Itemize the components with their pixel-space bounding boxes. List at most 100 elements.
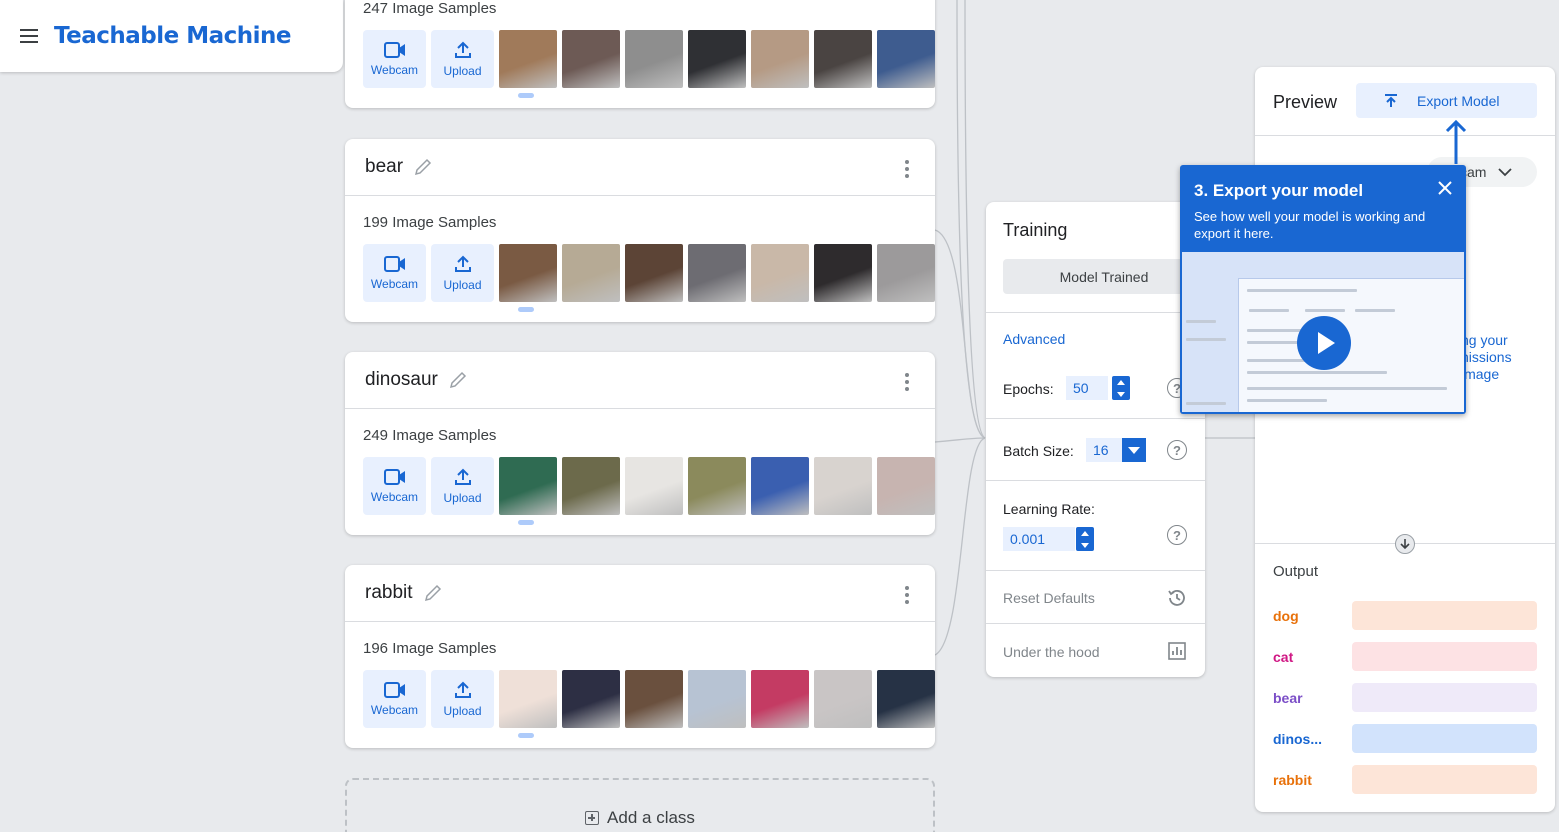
- output-label: dinos...: [1273, 730, 1322, 747]
- history-icon[interactable]: [1166, 587, 1188, 609]
- sample-thumbnail[interactable]: [499, 457, 557, 515]
- add-class-button[interactable]: Add a class: [345, 778, 935, 832]
- sample-thumbnail[interactable]: [625, 670, 683, 728]
- upload-button[interactable]: Upload: [431, 457, 494, 515]
- upload-label: Upload: [443, 490, 482, 505]
- upload-button[interactable]: Upload: [431, 244, 494, 302]
- class-card-dinosaur: dinosaur 249 Image Samples Webcam Upload: [345, 352, 935, 535]
- upload-label: Upload: [443, 703, 482, 718]
- add-class-label: Add a class: [607, 808, 695, 827]
- sample-thumbnail[interactable]: [751, 457, 809, 515]
- epochs-input[interactable]: 50: [1066, 376, 1108, 400]
- sample-thumbnail[interactable]: [562, 244, 620, 302]
- sample-thumbnail[interactable]: [499, 670, 557, 728]
- sample-thumbnail[interactable]: [562, 457, 620, 515]
- webcam-button[interactable]: Webcam: [363, 457, 426, 515]
- tutorial-title: 3. Export your model: [1194, 181, 1364, 200]
- output-row: bear: [1273, 683, 1537, 712]
- tutorial-video[interactable]: [1182, 252, 1464, 412]
- class-card-rabbit: rabbit 196 Image Samples Webcam Upload: [345, 565, 935, 748]
- more-options-icon[interactable]: [905, 373, 909, 391]
- learning-rate-stepper[interactable]: [1076, 527, 1094, 551]
- preview-title: Preview: [1273, 92, 1338, 112]
- more-options-icon[interactable]: [905, 586, 909, 604]
- close-icon[interactable]: [1436, 179, 1454, 197]
- menu-icon[interactable]: [20, 29, 40, 43]
- sample-thumbnail[interactable]: [877, 30, 935, 88]
- webcam-icon: [383, 41, 405, 58]
- sample-thumbnail[interactable]: [499, 244, 557, 302]
- edit-pencil-icon[interactable]: [448, 370, 468, 390]
- under-the-hood-button[interactable]: Under the hood: [1003, 644, 1100, 660]
- help-icon[interactable]: ?: [1167, 440, 1187, 460]
- reset-defaults-button[interactable]: Reset Defaults: [1003, 590, 1095, 606]
- edit-pencil-icon[interactable]: [423, 583, 443, 603]
- training-panel: Training Model Trained Advanced Epochs: …: [986, 202, 1205, 677]
- play-icon[interactable]: [1297, 316, 1351, 370]
- upload-button[interactable]: Upload: [431, 30, 494, 88]
- webcam-button[interactable]: Webcam: [363, 30, 426, 88]
- sample-thumbnail[interactable]: [877, 457, 935, 515]
- upload-icon: [454, 681, 471, 698]
- sample-thumbnail[interactable]: [751, 670, 809, 728]
- batch-size-select[interactable]: 16: [1086, 438, 1122, 462]
- sample-thumbnail[interactable]: [751, 244, 809, 302]
- preview-hint-text[interactable]: ng your nissions image: [1461, 332, 1512, 383]
- output-label: cat: [1273, 648, 1294, 665]
- sample-thumbnail[interactable]: [877, 670, 935, 728]
- help-icon[interactable]: ?: [1167, 525, 1187, 545]
- epochs-stepper[interactable]: [1112, 376, 1130, 400]
- sample-thumbnail[interactable]: [688, 670, 746, 728]
- webcam-icon: [383, 255, 405, 272]
- edit-pencil-icon[interactable]: [413, 157, 433, 177]
- advanced-toggle[interactable]: Advanced: [1003, 331, 1065, 347]
- upload-button[interactable]: Upload: [431, 670, 494, 728]
- app-title: Teachable Machine: [54, 23, 292, 49]
- export-model-button[interactable]: Export Model: [1356, 83, 1537, 118]
- class-card-1: 247 Image Samples Webcam Upload: [345, 0, 935, 108]
- sample-thumbnail[interactable]: [688, 244, 746, 302]
- arrow-up-icon: [1445, 119, 1467, 164]
- class-name[interactable]: rabbit: [365, 582, 413, 604]
- sample-thumbnail[interactable]: [625, 244, 683, 302]
- bar-chart-icon[interactable]: [1167, 641, 1187, 661]
- add-box-icon: [585, 811, 600, 825]
- upload-label: Upload: [443, 63, 482, 78]
- sample-scrollbar[interactable]: [518, 733, 534, 738]
- confidence-bar: [1352, 683, 1537, 712]
- sample-thumbnail[interactable]: [625, 30, 683, 88]
- class-name[interactable]: dinosaur: [365, 369, 438, 391]
- webcam-button[interactable]: Webcam: [363, 244, 426, 302]
- sample-thumbnail[interactable]: [814, 457, 872, 515]
- sample-thumbnail[interactable]: [562, 30, 620, 88]
- arrow-down-icon[interactable]: [1395, 534, 1415, 554]
- sample-thumbnail[interactable]: [877, 244, 935, 302]
- sample-scrollbar[interactable]: [518, 520, 534, 525]
- model-trained-button[interactable]: Model Trained: [1003, 259, 1205, 294]
- upload-label: Upload: [443, 277, 482, 292]
- class-name[interactable]: bear: [365, 156, 403, 178]
- sample-scrollbar[interactable]: [518, 93, 534, 98]
- sample-thumbnail[interactable]: [688, 457, 746, 515]
- more-options-icon[interactable]: [905, 160, 909, 178]
- epochs-label: Epochs:: [1003, 381, 1054, 397]
- sample-thumbnail[interactable]: [499, 30, 557, 88]
- sample-thumbnail[interactable]: [751, 30, 809, 88]
- sample-thumbnail[interactable]: [562, 670, 620, 728]
- sample-scrollbar[interactable]: [518, 307, 534, 312]
- output-row: rabbit: [1273, 765, 1537, 794]
- sample-thumbnail[interactable]: [814, 244, 872, 302]
- chevron-down-icon[interactable]: [1122, 438, 1146, 462]
- confidence-bar: [1352, 724, 1537, 753]
- sample-thumbnails: [499, 244, 935, 302]
- webcam-label: Webcam: [370, 276, 419, 291]
- batch-size-label: Batch Size:: [1003, 443, 1074, 459]
- app-header: Teachable Machine: [0, 0, 343, 72]
- sample-thumbnail[interactable]: [625, 457, 683, 515]
- webcam-button[interactable]: Webcam: [363, 670, 426, 728]
- learning-rate-input[interactable]: 0.001: [1003, 527, 1075, 551]
- webcam-label: Webcam: [370, 62, 419, 77]
- sample-thumbnail[interactable]: [814, 30, 872, 88]
- sample-thumbnail[interactable]: [688, 30, 746, 88]
- sample-thumbnail[interactable]: [814, 670, 872, 728]
